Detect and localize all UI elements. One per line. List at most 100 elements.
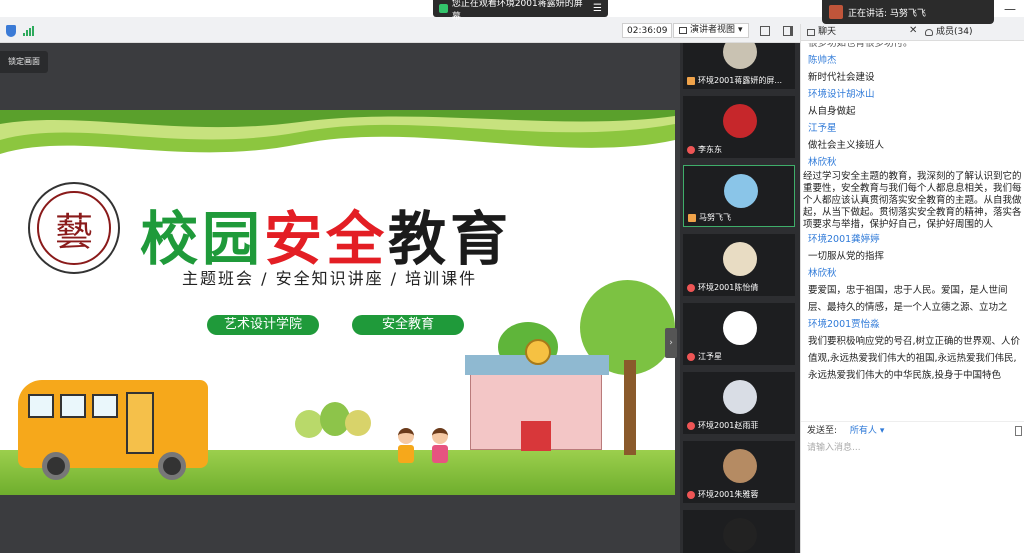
school-door xyxy=(521,421,551,451)
participant-tile[interactable]: 环境2001陈怡倩 xyxy=(683,234,795,296)
minimize-icon[interactable]: — xyxy=(1004,2,1016,16)
send-to-label: 发送至: xyxy=(807,426,838,436)
screen-share-toast: 您正在观看环境2001蒋露妍的屏幕 ☰ xyxy=(433,0,608,22)
slide-subtitle: 主题班会 / 安全知识讲座 / 培训课件 xyxy=(182,269,478,288)
chat-sender: 江予星 xyxy=(808,123,837,134)
bus-window xyxy=(60,394,86,418)
participant-tile[interactable] xyxy=(683,510,795,553)
tab-members-label: 成员(34) xyxy=(936,27,973,37)
share-icon xyxy=(439,4,448,13)
bus-wheel xyxy=(42,452,70,480)
participant-avatar xyxy=(723,518,757,552)
bus-door xyxy=(126,392,154,454)
college-logo: 藝 xyxy=(28,182,120,274)
mic-muted-icon xyxy=(687,352,695,361)
participant-avatar xyxy=(723,104,757,138)
speaker-view-label: 演讲者视图 xyxy=(690,25,736,35)
chevron-down-icon: ▾ xyxy=(879,426,885,436)
send-to-value: 所有人 xyxy=(849,426,877,436)
chat-sender: 环境2001贾怡淼 xyxy=(808,319,880,330)
participants-column: 环境2001蒋露妍的屏... 李东东 马努飞飞 环境2001陈怡倩 江予星 环境… xyxy=(680,43,800,553)
chat-message-text: 我们要积极响应党的号召,树立正确的世界观、人价值观,永远热爱我们伟大的祖国,永远… xyxy=(808,336,1021,381)
slide-tag-safety: 安全教育 xyxy=(352,315,464,335)
school-illustration xyxy=(465,339,609,451)
chat-icon xyxy=(807,29,815,36)
slide-title: 校园安全教育 xyxy=(140,192,512,276)
file-icon[interactable] xyxy=(1015,426,1022,436)
slide-tag-college: 艺术设计学院 xyxy=(207,315,319,335)
bus-window xyxy=(28,394,54,418)
mic-active-icon xyxy=(688,213,696,222)
collapse-panel-button[interactable]: › xyxy=(665,328,677,358)
view-layout-icon xyxy=(679,27,687,34)
security-shield-icon[interactable] xyxy=(6,25,16,37)
chat-message-text: 要爱国，忠于祖国，忠于人民。爱国，是人世间层、最持久的情感，是一个人立德之源、立… xyxy=(808,285,1008,313)
participant-tile-active[interactable]: 马努飞飞 xyxy=(683,165,795,227)
send-to-select[interactable]: 所有人 ▾ xyxy=(850,426,884,436)
participant-name: 马努飞飞 xyxy=(699,213,731,222)
school-bus-illustration xyxy=(18,380,208,480)
chevron-down-icon: ▾ xyxy=(738,25,743,35)
participant-avatar xyxy=(724,174,758,208)
chat-tabs: 聊天 ✕ 成员(34) xyxy=(801,24,1024,41)
screen-share-icon xyxy=(687,76,695,85)
participant-tile[interactable]: 江予星 xyxy=(683,303,795,365)
speaking-indicator: 正在讲话: 马努飞飞 xyxy=(822,0,994,24)
fullscreen-icon[interactable] xyxy=(760,26,770,36)
chat-message-text: 一切服从党的指挥 xyxy=(808,251,885,262)
chat-sender: 陈帅杰 xyxy=(808,55,837,66)
participant-avatar xyxy=(723,449,757,483)
chat-input[interactable]: 请输入消息... xyxy=(807,441,1017,455)
tab-chat[interactable]: 聊天 xyxy=(807,26,836,39)
share-toast-text: 您正在观看环境2001蒋露妍的屏幕 xyxy=(451,0,583,22)
title-part-3: 教育 xyxy=(388,205,513,273)
speaking-label: 正在讲话: 马努飞飞 xyxy=(848,8,926,19)
chat-panel: 聊天 ✕ 成员(34) 很多功如也肯很多功付。 陈帅杰 新时代社会建设 环境设计… xyxy=(800,24,1024,553)
menu-icon[interactable]: ☰ xyxy=(593,3,602,14)
bus-wheel xyxy=(158,452,186,480)
chat-message-list[interactable]: 很多功如也肯很多功付。 陈帅杰 新时代社会建设 环境设计胡冰山 从自身做起 江予… xyxy=(801,43,1024,431)
network-signal-icon[interactable] xyxy=(23,26,35,36)
kid-illustration xyxy=(432,428,450,474)
members-icon xyxy=(925,29,933,36)
close-icon[interactable]: ✕ xyxy=(909,25,917,36)
participant-avatar xyxy=(723,311,757,345)
mic-muted-icon xyxy=(687,283,695,292)
participant-name: 环境2001朱雅蓉 xyxy=(698,490,759,499)
send-to-row: 发送至: 所有人 ▾ xyxy=(801,421,1024,439)
logo-character: 藝 xyxy=(37,191,111,265)
mic-muted-icon xyxy=(687,421,695,430)
tab-members[interactable]: 成员(34) xyxy=(925,26,972,39)
small-tree-illustration xyxy=(345,410,371,436)
chat-message-text: 新时代社会建设 xyxy=(808,72,875,83)
mic-muted-icon xyxy=(687,145,695,154)
participant-avatar xyxy=(723,380,757,414)
participant-name: 江予星 xyxy=(698,352,722,361)
sidebar-toggle-icon[interactable] xyxy=(783,26,793,36)
speaker-avatar xyxy=(829,5,843,19)
meeting-timer: 02:36:09 xyxy=(622,23,673,38)
tree-trunk xyxy=(624,360,636,455)
chat-message-text: 从自身做起 xyxy=(808,106,856,117)
participant-name: 环境2001蒋露妍的屏... xyxy=(698,76,782,85)
participant-tile[interactable]: 环境2001朱雅蓉 xyxy=(683,441,795,503)
small-tree-illustration xyxy=(295,410,323,438)
title-part-1: 校园 xyxy=(140,205,265,273)
participant-tile[interactable]: 环境2001赵雨菲 xyxy=(683,372,795,434)
chat-message-text: 很多功如也肯很多功付。 xyxy=(808,43,913,49)
participant-tile[interactable]: 环境2001蒋露妍的屏... xyxy=(683,43,795,89)
participant-tile[interactable]: 李东东 xyxy=(683,96,795,158)
chat-sender: 环境2001龚婷婷 xyxy=(808,234,880,245)
kid-illustration xyxy=(398,428,416,474)
speaker-view-button[interactable]: 演讲者视图 ▾ xyxy=(673,23,749,38)
shared-slide: 藝 校园安全教育 主题班会 / 安全知识讲座 / 培训课件 艺术设计学院 安全教… xyxy=(0,110,675,495)
lock-view-button[interactable]: 锁定画面 xyxy=(0,51,48,73)
chat-message-text: 经过学习安全主题的教育，我深刻的了解认识到它的重要性，安全教育与我们每个人都息息… xyxy=(803,171,1022,230)
participant-avatar xyxy=(723,43,757,69)
participant-name: 环境2001赵雨菲 xyxy=(698,421,759,430)
participant-avatar xyxy=(723,242,757,276)
participant-name: 环境2001陈怡倩 xyxy=(698,283,759,292)
chat-message-text: 做社会主义接班人 xyxy=(808,140,885,151)
clock-icon xyxy=(525,339,551,365)
bus-window xyxy=(92,394,118,418)
